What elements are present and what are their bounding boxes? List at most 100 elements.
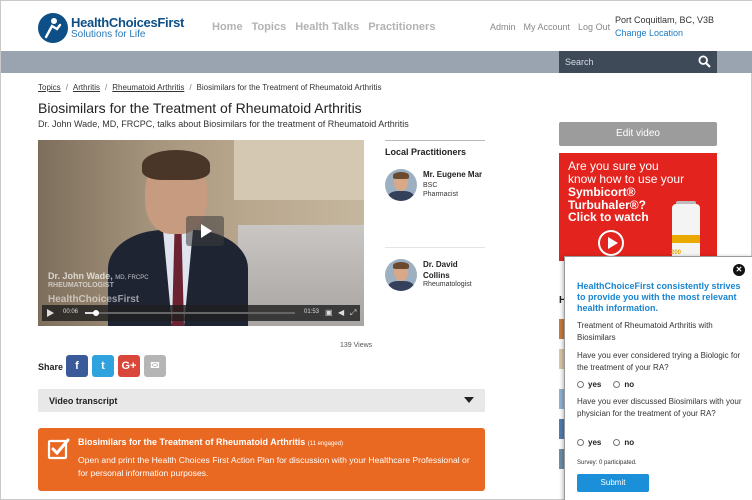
nav-practitioners[interactable]: Practitioners: [368, 21, 435, 33]
ad-product-name: Symbicort® Turbuhaler®?: [568, 185, 646, 212]
breadcrumb-current: Biosimilars for the Treatment of Rheumat…: [196, 83, 382, 92]
breadcrumb-separator: /: [105, 83, 108, 92]
radio-yes[interactable]: [577, 381, 584, 388]
progress-knob[interactable]: [92, 310, 99, 316]
close-icon[interactable]: ✕: [733, 264, 745, 276]
breadcrumb-rheumatoid-arthritis[interactable]: Rheumatoid Arthritis: [112, 83, 184, 92]
play-icon[interactable]: [598, 230, 624, 256]
survey-question: Have you ever discussed Biosimilars with…: [577, 397, 742, 418]
video-player[interactable]: Dr. John Wade, MD, FRCPC RHEUMATOLOGIST …: [38, 140, 364, 326]
avatar: [385, 259, 417, 291]
video-controls: 00:06 01:53 ▣ ◀ ⤢: [42, 305, 360, 321]
page-subtitle: Dr. John Wade, MD, FRCPC, talks about Bi…: [38, 119, 409, 129]
logo-tagline: Solutions for Life: [71, 29, 146, 40]
radio-no[interactable]: [613, 381, 621, 388]
practitioner-name[interactable]: Mr. Eugene Mar: [423, 169, 485, 180]
action-plan-title: Biosimilars for the Treatment of Rheumat…: [78, 437, 343, 447]
nav-my-account[interactable]: My Account: [524, 22, 571, 32]
survey-options: yes no: [577, 438, 634, 447]
breadcrumb: Topics / Arthritis / Rheumatoid Arthritis / Bi…: [38, 83, 382, 92]
page-title: Biosimilars for the Treatment of Rheumat…: [38, 100, 362, 116]
total-time: 01:53: [304, 309, 320, 315]
nav-home[interactable]: Home: [212, 21, 243, 33]
survey-question: Have you ever considered trying a Biolog…: [577, 351, 741, 372]
radio-yes[interactable]: [577, 439, 584, 446]
inhaler-image: [672, 235, 700, 243]
settings-icon[interactable]: ▣: [325, 308, 333, 318]
practitioner-name-line: Dr. David: [423, 260, 458, 269]
nav-admin[interactable]: Admin: [490, 22, 516, 32]
avatar-hair: [393, 172, 409, 179]
breadcrumb-separator: /: [189, 83, 192, 92]
progress-track[interactable]: [85, 310, 295, 316]
nav-log-out[interactable]: Log Out: [578, 22, 610, 32]
action-plan-card[interactable]: Biosimilars for the Treatment of Rheumat…: [38, 428, 485, 491]
user-nav: Admin My Account Log Out: [490, 22, 610, 32]
current-time: 00:06: [63, 309, 79, 315]
transcript-label: Video transcript: [49, 396, 118, 406]
avatar-body: [388, 281, 414, 291]
change-location-link[interactable]: Change Location: [615, 27, 714, 40]
play-icon[interactable]: [47, 309, 54, 317]
fullscreen-icon[interactable]: ⤢: [350, 308, 356, 318]
survey-topic: Treatment of Rheumatoid Arthritis with B…: [577, 321, 713, 342]
practitioner-card[interactable]: Dr. David Collins Rheumatologist: [385, 259, 485, 295]
search-input[interactable]: Search: [559, 51, 717, 73]
avatar-hair: [393, 262, 409, 269]
email-share-button[interactable]: ✉: [144, 355, 166, 377]
video-watermark: HealthChoicesFirst: [48, 294, 140, 305]
presenter-title: RHEUMATOLOGIST: [48, 282, 114, 289]
location: Port Coquitlam, BC, V3B Change Location: [615, 14, 714, 40]
practitioner-name[interactable]: Dr. David Collins: [423, 259, 485, 281]
search-icon[interactable]: [698, 55, 711, 68]
edit-video-button[interactable]: Edit video: [559, 122, 717, 146]
search-placeholder: Search: [565, 57, 594, 67]
breadcrumb-separator: /: [65, 83, 68, 92]
search-bar: Search: [1, 51, 752, 73]
logo-title: HealthChoicesFirst: [71, 15, 185, 30]
nav-topics[interactable]: Topics: [252, 21, 287, 33]
ad-cta[interactable]: Click to watch: [568, 210, 649, 224]
option-no-label: no: [624, 438, 635, 447]
divider: [385, 247, 485, 248]
radio-no[interactable]: [613, 439, 621, 446]
submit-button[interactable]: Submit: [577, 474, 649, 492]
location-city: Port Coquitlam, BC, V3B: [615, 15, 715, 25]
survey-heading: HealthChoiceFirst consistently strives t…: [577, 281, 741, 313]
option-yes-label: yes: [588, 438, 602, 447]
action-plan-heading: Biosimilars for the Treatment of Rheumat…: [78, 437, 306, 447]
volume-icon[interactable]: ◀: [338, 308, 344, 318]
presenter-name: Dr. John Wade: [48, 271, 111, 281]
practitioner-card[interactable]: Mr. Eugene Mar BSC Pharmacist: [385, 169, 485, 205]
checkbox-icon: [47, 438, 70, 460]
action-plan-text: Open and print the Health Choices First …: [78, 455, 470, 478]
advertisement-banner[interactable]: Are you sure you know how to use your Sy…: [559, 153, 717, 261]
presenter-credentials: MD, FRCPC: [115, 275, 149, 281]
video-background: [234, 140, 364, 200]
google-share-button[interactable]: G+: [118, 355, 140, 377]
site-header: HealthChoicesFirst Solutions for Life Ho…: [1, 1, 752, 51]
practitioner-role: Pharmacist: [423, 191, 459, 198]
twitter-share-button[interactable]: t: [92, 355, 114, 377]
breadcrumb-arthritis[interactable]: Arthritis: [73, 83, 100, 92]
nav-health-talks[interactable]: Health Talks: [295, 21, 359, 33]
survey-stat: Survey: 0 participated.: [577, 460, 637, 466]
share-label: Share: [38, 362, 64, 372]
facebook-share-button[interactable]: f: [66, 355, 88, 377]
caret-down-icon: [464, 397, 474, 403]
survey-popup: ✕ HealthChoiceFirst consistently strives…: [564, 256, 752, 500]
view-count: 139 Views: [340, 342, 373, 349]
video-transcript-toggle[interactable]: Video transcript: [38, 389, 485, 412]
play-overlay-button[interactable]: [186, 216, 224, 246]
survey-options: yes no: [577, 380, 634, 389]
breadcrumb-topics[interactable]: Topics: [38, 83, 61, 92]
logo-icon: [38, 13, 68, 43]
main-nav: Home Topics Health Talks Practitioners: [212, 21, 435, 33]
divider: [385, 140, 485, 141]
video-lower-third: Dr. John Wade, MD, FRCPC: [48, 271, 149, 281]
action-plan-count: (11 engaged): [307, 441, 343, 447]
presenter-figure: [142, 150, 210, 180]
avatar-body: [388, 191, 414, 201]
avatar: [385, 169, 417, 201]
option-no-label: no: [624, 380, 635, 389]
